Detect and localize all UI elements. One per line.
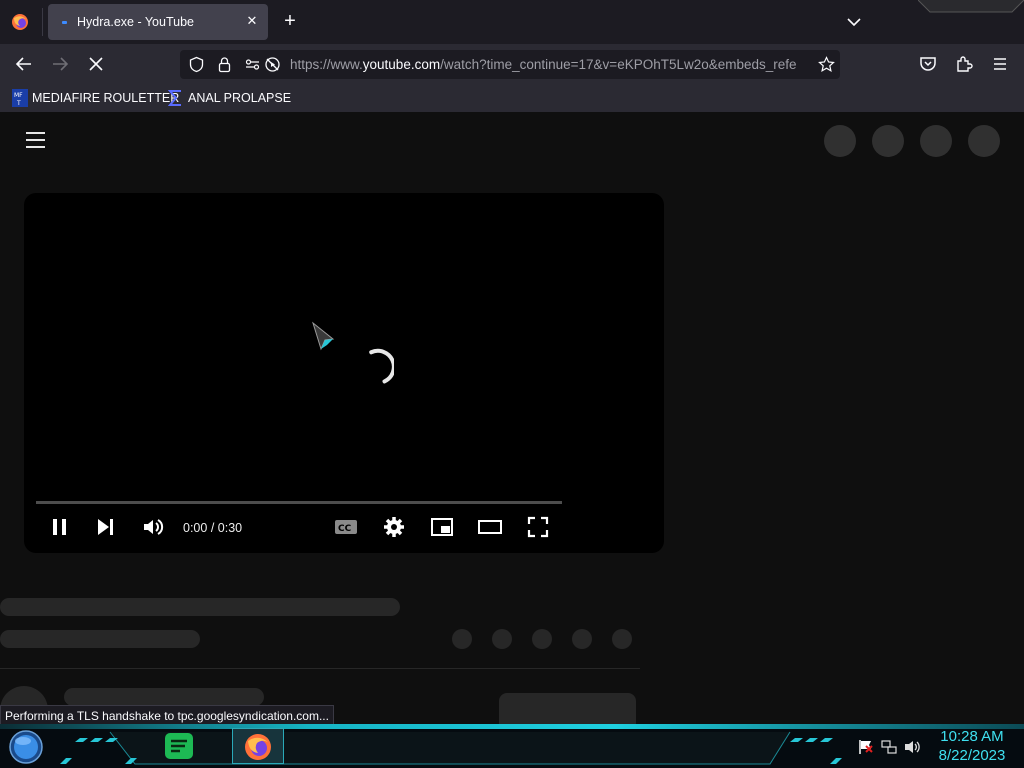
address-bar[interactable]: https://www.youtube.com/watch?time_conti… (180, 50, 840, 79)
tab-strip: Hydra.exe - YouTube ✕ + (0, 0, 1024, 44)
tab-active[interactable]: Hydra.exe - YouTube ✕ (48, 4, 268, 40)
autoplay-blocked-icon[interactable] (264, 56, 281, 73)
action-placeholder (492, 629, 512, 649)
action-placeholder (532, 629, 552, 649)
clock-time[interactable]: 10:28 AM (930, 728, 1014, 745)
guide-menu-icon[interactable] (26, 132, 46, 148)
channel-placeholder (64, 688, 264, 706)
notes-app-icon[interactable] (164, 732, 194, 760)
bookmark-item[interactable]: ANAL PROLAPSE (168, 89, 292, 107)
action-placeholder (572, 629, 592, 649)
sigma-icon (168, 90, 181, 106)
fullscreen-button[interactable] (526, 515, 550, 539)
settings-gear-icon[interactable] (382, 515, 406, 539)
miniplayer-button[interactable] (430, 515, 454, 539)
tab-close-icon[interactable]: ✕ (244, 13, 260, 29)
app-menu-icon[interactable] (988, 52, 1012, 76)
extensions-icon[interactable] (952, 52, 976, 76)
firefox-icon (245, 734, 271, 760)
bookmark-label: ANAL PROLAPSE (188, 91, 292, 105)
firefox-menu-icon[interactable] (10, 12, 30, 32)
navigation-toolbar: https://www.youtube.com/watch?time_conti… (0, 44, 1024, 84)
tab-separator (42, 8, 43, 36)
url-text[interactable]: https://www.youtube.com/watch?time_conti… (290, 57, 816, 72)
next-button[interactable] (94, 515, 118, 539)
svg-text:MF: MF (14, 92, 23, 99)
action-placeholder (452, 629, 472, 649)
mouse-cursor-icon (312, 321, 335, 351)
divider (0, 668, 640, 669)
masthead-placeholder (968, 125, 1000, 157)
time-display: 0:00 / 0:30 (183, 521, 242, 535)
time-separator: / (207, 521, 218, 535)
new-tab-button[interactable]: + (279, 10, 301, 32)
svg-text:CC: CC (338, 524, 352, 534)
pause-button[interactable] (48, 515, 72, 539)
progress-bar[interactable] (36, 501, 562, 504)
forward-button[interactable] (48, 52, 72, 76)
back-button[interactable] (12, 52, 36, 76)
action-center-flag-icon[interactable] (858, 739, 874, 755)
stop-loading-button[interactable] (84, 52, 108, 76)
list-all-tabs-icon[interactable] (843, 11, 865, 33)
volume-button[interactable] (141, 515, 165, 539)
url-path: /watch?time_continue=17&v=eKPOhT5Lw2o&em… (440, 57, 797, 72)
loading-spinner-icon (369, 348, 394, 384)
masthead-placeholder (920, 125, 952, 157)
taskbar-firefox-button[interactable] (232, 728, 284, 764)
time-total: 0:30 (217, 521, 243, 535)
masthead-placeholder (824, 125, 856, 157)
youtube-page: 0:00 / 0:30 CC (0, 112, 1024, 724)
padlock-icon[interactable] (216, 56, 233, 73)
volume-tray-icon[interactable] (904, 739, 922, 755)
tab-title: Hydra.exe - YouTube (77, 15, 194, 29)
bookmark-item[interactable]: MF T MEDIAFIRE ROULETTER (12, 89, 179, 107)
masthead-placeholder (872, 125, 904, 157)
bookmark-label: MEDIAFIRE ROULETTER (32, 91, 180, 105)
url-prefix: https://www. (290, 57, 363, 72)
start-orb-icon[interactable] (8, 730, 44, 764)
bookmark-star-icon[interactable] (818, 56, 835, 73)
time-current: 0:00 (183, 521, 208, 535)
url-domain: youtube.com (362, 57, 441, 72)
permissions-icon[interactable] (244, 56, 261, 73)
theme-decoration (918, 0, 1024, 13)
clock-date[interactable]: 8/22/2023 (930, 747, 1014, 764)
mediafire-icon: MF T (12, 89, 28, 107)
action-placeholder (612, 629, 632, 649)
svg-text:T: T (16, 100, 21, 107)
subtitle-placeholder (0, 630, 200, 648)
network-icon[interactable] (881, 739, 897, 755)
video-player[interactable]: 0:00 / 0:30 CC (24, 193, 664, 553)
title-placeholder (0, 598, 400, 616)
theater-mode-button[interactable] (478, 515, 502, 539)
bookmarks-toolbar: MF T MEDIAFIRE ROULETTER ANAL PROLAPSE (0, 84, 1024, 112)
taskbar: 10:28 AM 8/22/2023 (0, 724, 1024, 768)
tracking-protection-shield-icon[interactable] (188, 56, 205, 73)
subscribe-placeholder (499, 693, 636, 724)
tab-loading-icon (62, 21, 67, 24)
captions-button[interactable]: CC (334, 515, 358, 539)
pocket-icon[interactable] (916, 52, 940, 76)
